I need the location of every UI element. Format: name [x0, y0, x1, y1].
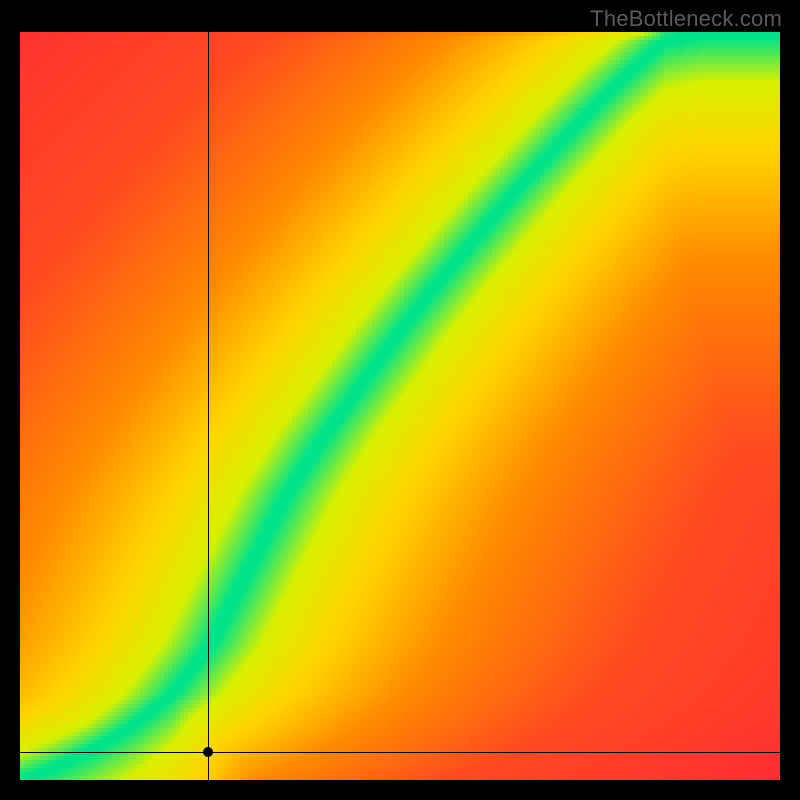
- watermark-text: TheBottleneck.com: [590, 6, 782, 32]
- heatmap-plot-area: [20, 32, 780, 780]
- heatmap-canvas: [20, 32, 780, 780]
- chart-stage: TheBottleneck.com: [0, 0, 800, 800]
